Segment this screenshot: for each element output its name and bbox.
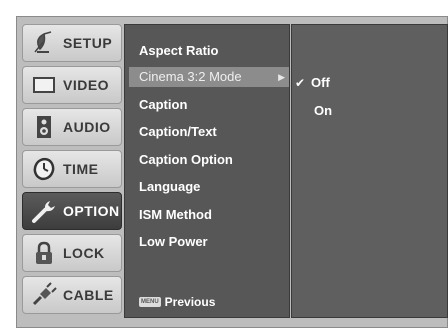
menu-item-cinema-mode[interactable]: Cinema 3:2 Mode ▶ <box>129 67 289 87</box>
option-on[interactable]: On <box>314 101 332 121</box>
tab-label: VIDEO <box>63 77 110 93</box>
tab-lock[interactable]: LOCK <box>22 234 122 272</box>
submenu-arrow-icon: ▶ <box>278 72 285 82</box>
speaker-icon <box>29 112 59 142</box>
category-tabs: SETUP VIDEO AUDIO TIME OPTION LOCK CABLE <box>22 24 122 321</box>
menu-item-caption-text[interactable]: Caption/Text <box>139 122 217 142</box>
tab-label: SETUP <box>63 35 113 51</box>
tab-label: CABLE <box>63 287 114 303</box>
tab-time[interactable]: TIME <box>22 150 122 188</box>
option-menu: Aspect Ratio Cinema 3:2 Mode ▶ Caption C… <box>124 24 290 318</box>
tab-label: TIME <box>63 161 99 177</box>
tab-setup[interactable]: SETUP <box>22 24 122 62</box>
wrench-icon <box>29 196 59 226</box>
option-off[interactable]: Off <box>311 73 330 93</box>
satellite-dish-icon <box>29 28 59 58</box>
menu-item-caption-option[interactable]: Caption Option <box>139 150 233 170</box>
tab-label: AUDIO <box>63 119 111 135</box>
menu-item-label: Cinema 3:2 Mode <box>139 69 242 84</box>
clock-icon <box>29 154 59 184</box>
tv-screen: SETUP VIDEO AUDIO TIME OPTION LOCK CABLE… <box>0 0 448 331</box>
menu-item-aspect-ratio[interactable]: Aspect Ratio <box>139 41 218 61</box>
tab-cable[interactable]: CABLE <box>22 276 122 314</box>
checkmark-icon: ✔ <box>295 76 306 90</box>
tab-audio[interactable]: AUDIO <box>22 108 122 146</box>
tab-video[interactable]: VIDEO <box>22 66 122 104</box>
previous-button[interactable]: MENU Previous <box>139 293 215 311</box>
menu-item-low-power[interactable]: Low Power <box>139 232 208 252</box>
padlock-icon <box>29 238 59 268</box>
monitor-icon <box>29 70 59 100</box>
menu-item-ism-method[interactable]: ISM Method <box>139 205 212 225</box>
tab-label: OPTION <box>63 203 120 219</box>
tab-label: LOCK <box>63 245 105 261</box>
menu-key-icon: MENU <box>139 297 161 307</box>
cinema-mode-options: ✔ Off On <box>291 24 448 318</box>
tab-option[interactable]: OPTION <box>22 192 122 230</box>
previous-label: Previous <box>164 295 216 309</box>
menu-item-language[interactable]: Language <box>139 177 200 197</box>
plug-icon <box>29 280 59 310</box>
menu-item-caption[interactable]: Caption <box>139 95 187 115</box>
